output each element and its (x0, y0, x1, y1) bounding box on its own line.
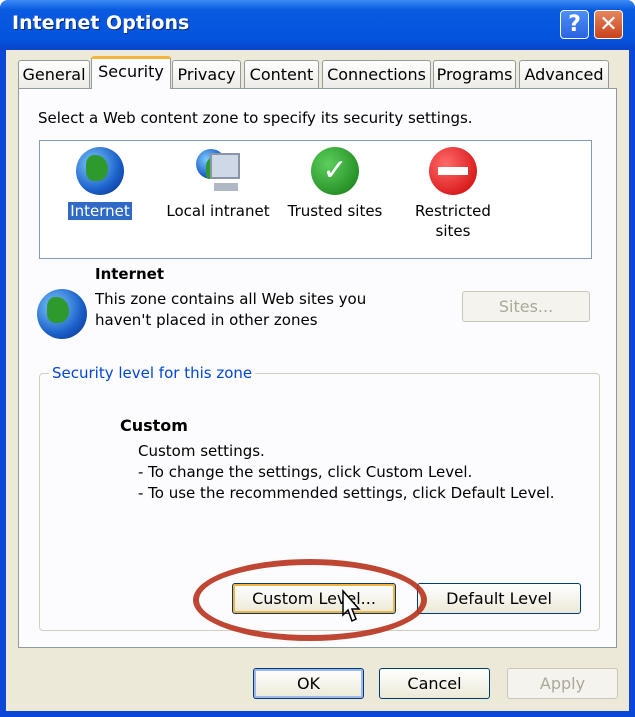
window-title: Internet Options (12, 12, 190, 34)
mouse-cursor-icon (342, 589, 361, 623)
tab-programs[interactable]: Programs (433, 60, 516, 89)
level-line: - To change the settings, click Custom L… (138, 463, 473, 481)
tab-content[interactable]: Content (244, 60, 319, 89)
zone-instruction: Select a Web content zone to specify its… (38, 109, 473, 127)
ok-button[interactable]: OK (253, 668, 364, 699)
level-line: Custom settings. (138, 442, 265, 460)
zone-name: Internet (95, 265, 165, 283)
tab-general[interactable]: General (18, 60, 90, 89)
highlight-ellipse (193, 559, 427, 641)
globe-icon (37, 289, 87, 339)
zone-label: Local intranet (166, 202, 270, 220)
tab-connections[interactable]: Connections (322, 60, 431, 89)
checkmark-icon: ✓ (311, 147, 359, 195)
help-button[interactable]: ? (560, 10, 589, 39)
tab-advanced[interactable]: Advanced (519, 60, 609, 89)
zone-desc-line: haven't placed in other zones (95, 311, 318, 329)
tab-privacy[interactable]: Privacy (172, 60, 241, 89)
level-description: Custom settings. - To change the setting… (138, 441, 555, 504)
no-entry-icon (429, 147, 477, 195)
zone-desc-line: This zone contains all Web sites you (95, 290, 367, 308)
zone-label: Restricted sites (415, 202, 491, 240)
globe-icon (76, 147, 124, 195)
zone-description: This zone contains all Web sites you hav… (95, 289, 366, 331)
zone-label: Trusted sites (287, 202, 383, 220)
close-button[interactable]: ✕ (594, 10, 623, 39)
computer-globe-icon (194, 147, 242, 195)
title-bar[interactable]: Internet Options ? ✕ (0, 0, 635, 50)
zone-local-intranet[interactable]: Local intranet (160, 147, 276, 221)
zone-list: Internet Local intranet ✓ Trusted sites … (39, 140, 592, 259)
dialog-body: General Security Privacy Content Connect… (6, 50, 629, 711)
security-panel: Select a Web content zone to specify its… (18, 88, 617, 648)
apply-button[interactable]: Apply (507, 668, 618, 699)
zone-trusted-sites[interactable]: ✓ Trusted sites (282, 147, 388, 221)
zone-label: Internet (68, 202, 132, 220)
sites-button[interactable]: Sites... (462, 291, 590, 322)
level-line: - To use the recommended settings, click… (138, 484, 555, 502)
internet-options-window: Internet Options ? ✕ General Security Pr… (0, 0, 635, 717)
level-name: Custom (120, 416, 188, 435)
security-level-label: Security level for this zone (49, 364, 256, 382)
zone-restricted-sites[interactable]: Restricted sites (400, 147, 506, 241)
default-level-button[interactable]: Default Level (417, 583, 581, 614)
tab-security[interactable]: Security (91, 56, 171, 89)
cancel-button[interactable]: Cancel (379, 668, 490, 699)
zone-internet[interactable]: Internet (52, 147, 148, 221)
